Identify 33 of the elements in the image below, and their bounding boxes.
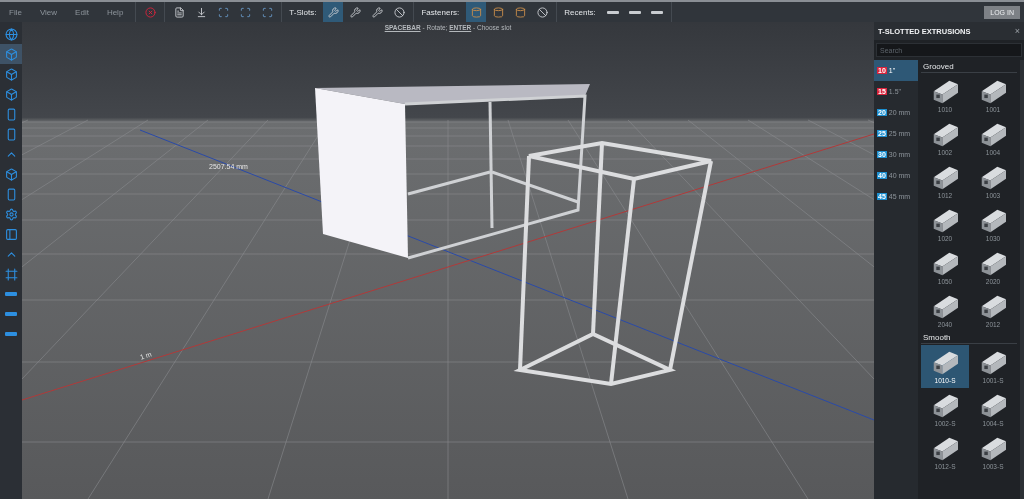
download-icon	[195, 6, 207, 18]
close-button[interactable]: ×	[1014, 26, 1020, 36]
section-title: Grooved	[921, 61, 1017, 73]
group-label: Recents:	[563, 7, 597, 17]
bar-icon	[5, 332, 17, 336]
tool-button[interactable]	[466, 2, 487, 22]
cube-icon	[4, 87, 18, 101]
bar-icon	[5, 312, 17, 316]
cube-icon	[4, 67, 18, 81]
bar-icon	[5, 292, 17, 296]
tool-button[interactable]	[323, 2, 344, 22]
bar-icon	[650, 10, 663, 14]
bar-icon	[606, 10, 619, 14]
bar-icon	[628, 10, 641, 14]
group-label: Fasteners:	[420, 7, 461, 17]
focus-icon	[239, 6, 251, 18]
menu-item[interactable]: Help	[97, 7, 133, 17]
rail-button[interactable]	[0, 44, 22, 64]
file-icon	[173, 6, 185, 18]
menu-item[interactable]: File	[0, 7, 31, 17]
gear-icon	[4, 207, 18, 221]
group-label: T-Slots:	[288, 7, 318, 17]
focus-icon	[217, 6, 229, 18]
ban-icon	[536, 6, 548, 18]
ban-icon	[393, 6, 405, 18]
globe-icon	[4, 27, 18, 41]
menu-item[interactable]: View	[30, 7, 67, 17]
cube-icon	[4, 47, 18, 61]
menu-item[interactable]: Edit	[66, 7, 98, 17]
focus-icon	[261, 6, 273, 18]
section-title: Smooth	[921, 332, 1017, 344]
cancel-icon	[144, 6, 156, 18]
cube-icon	[4, 167, 18, 181]
